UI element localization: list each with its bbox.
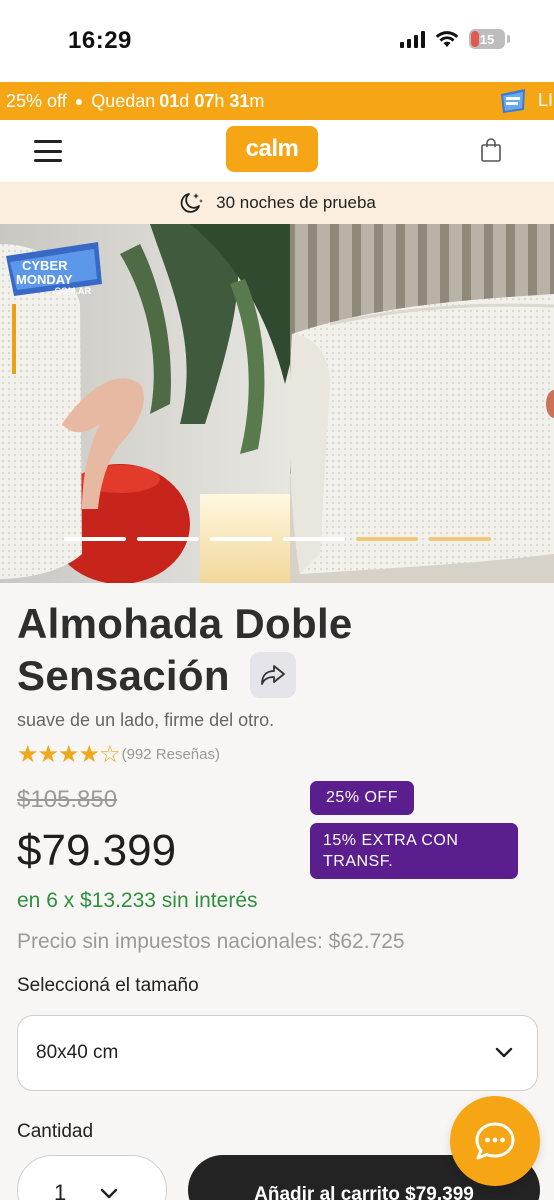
status-icons: 15 [400,29,510,49]
original-price: $105.850 [17,786,118,813]
promo-countdown-label: Quedan [91,90,156,111]
size-select[interactable]: 80x40 cm [17,1015,538,1091]
countdown-hours: 07 [194,90,215,111]
transfer-discount-badge: 15% EXTRA CON TRANSF. [310,823,518,879]
carousel-dot[interactable] [137,537,199,541]
countdown-days-unit: d [179,90,190,111]
product-subtitle: suave de un lado, firme del otro. [17,710,275,730]
site-header: calm [0,120,554,182]
quantity-select[interactable]: 1 [17,1155,167,1200]
status-time: 16:29 [68,27,132,54]
calm-logo[interactable]: calm [226,126,318,172]
hero-badge-line3: .COM.AR [52,286,91,296]
bullet-dot: ● [74,93,84,109]
star-half-icon: ☆ [99,741,120,768]
share-arrow-icon [261,665,285,685]
promo-countdown: 01d 07h 31m [159,91,264,112]
carousel-dot-active[interactable] [429,537,491,541]
moon-stars-icon [180,193,204,213]
product-title-line1: Almohada Doble [17,600,353,647]
trial-banner: 30 noches de prueba [0,182,554,224]
add-to-cart-label: Añadir al carrito [254,1184,400,1200]
star-icon: ★ [78,741,100,768]
countdown-hours-unit: h [214,90,225,111]
installments-text: en 6 x $13.233 sin interés [17,889,258,912]
transfer-badge-line2: TRANSF. [323,853,394,870]
carousel-dot[interactable] [210,537,272,541]
current-price: $79.399 [17,826,177,875]
discount-badge: 25% OFF [310,781,414,815]
hero-badge-line1: CYBER [22,258,68,273]
carousel-indicators[interactable] [64,537,491,541]
add-to-cart-price: $79.399 [405,1184,474,1200]
wifi-icon [435,31,459,47]
battery-level: 15 [479,31,495,47]
product-rating[interactable]: ★★★★☆ (992 Reseñas) [17,740,220,769]
chevron-down-icon [495,1047,513,1058]
product-photo: CYBER MONDAY .COM.AR [0,224,554,583]
shopping-bag-icon[interactable] [480,137,502,163]
carousel-dot-active[interactable] [356,537,418,541]
countdown-minutes: 31 [229,90,250,111]
product-image-carousel[interactable]: CYBER MONDAY .COM.AR [0,224,554,583]
share-button[interactable] [250,652,296,698]
hero-badge-line2: MONDAY [16,272,73,287]
countdown-days: 01 [159,90,180,111]
reviews-count[interactable]: (992 Reseñas) [122,746,220,763]
transfer-badge-line1: 15% EXTRA CON [323,832,459,849]
chat-bubble-icon [475,1122,515,1160]
quantity-label: Cantidad [17,1121,94,1142]
cellular-signal-icon [400,30,425,48]
star-icon: ★ [17,741,38,768]
hamburger-menu-icon[interactable] [34,140,62,162]
promo-countdown-bar[interactable]: 25% off ● Quedan 01d 07h 31m LI [0,82,554,120]
product-title-line2: Sensación [17,652,230,699]
size-label: Seleccioná el tamaño [17,975,199,996]
quantity-value: 1 [54,1180,67,1200]
carousel-dot[interactable] [64,537,126,541]
cyber-monday-mini-logo [501,89,525,113]
star-icon: ★ [58,741,79,768]
battery-cap [507,35,510,43]
countdown-minutes-unit: m [249,90,265,111]
status-bar: 16:29 15 [0,0,554,82]
product-title: Almohada Doble Sensación [17,598,437,702]
carousel-dot[interactable] [283,537,345,541]
battery-icon: 15 [469,29,505,49]
rating-stars: ★★★★☆ [17,740,121,769]
star-icon: ★ [37,741,59,768]
promo-trailing-text: LI [538,90,554,110]
trial-text: 30 noches de prueba [216,193,376,212]
tax-free-price: Precio sin impuestos nacionales: $62.725 [17,930,405,953]
size-selected-value: 80x40 cm [36,1042,119,1063]
chevron-down-icon [101,1188,118,1199]
chat-button[interactable] [450,1096,540,1186]
promo-discount: 25% off [6,90,67,111]
